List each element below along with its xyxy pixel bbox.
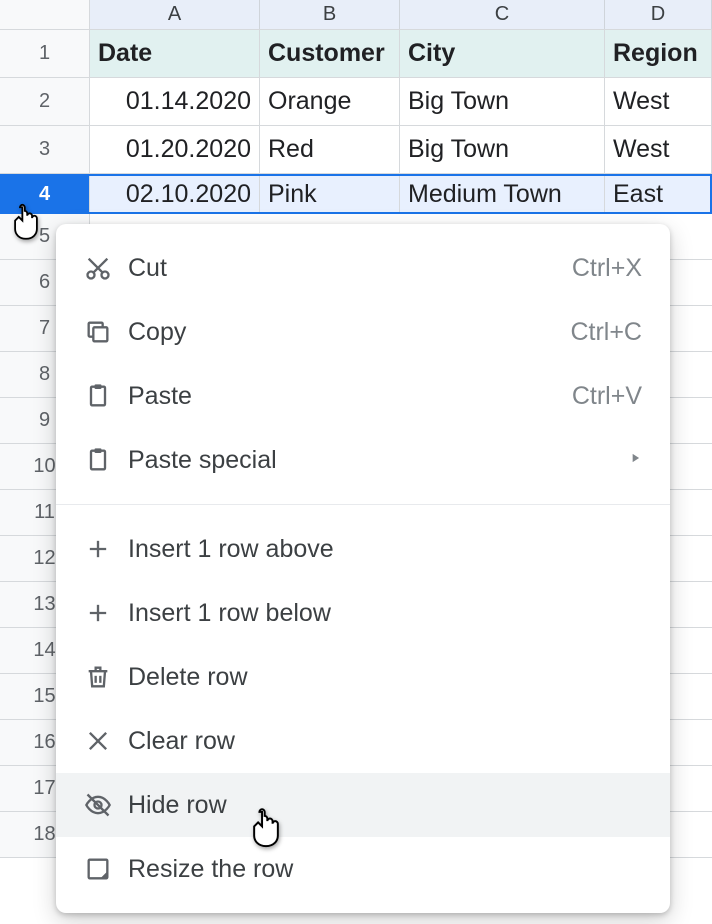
menu-cut-label: Cut bbox=[118, 254, 572, 283]
menu-resize-row-label: Resize the row bbox=[118, 855, 642, 884]
menu-insert-above-label: Insert 1 row above bbox=[118, 535, 642, 564]
paste-icon bbox=[78, 382, 118, 410]
menu-insert-row-above[interactable]: Insert 1 row above bbox=[56, 517, 670, 581]
menu-delete-row[interactable]: Delete row bbox=[56, 645, 670, 709]
menu-hide-row-label: Hide row bbox=[118, 791, 642, 820]
row-header-3[interactable]: 3 bbox=[0, 126, 90, 173]
plus-icon bbox=[78, 599, 118, 627]
row-context-menu: Cut Ctrl+X Copy Ctrl+C Paste Ctrl+V bbox=[56, 224, 670, 913]
menu-hide-row[interactable]: Hide row bbox=[56, 773, 670, 837]
menu-cut[interactable]: Cut Ctrl+X bbox=[56, 236, 670, 300]
menu-insert-row-below[interactable]: Insert 1 row below bbox=[56, 581, 670, 645]
menu-copy-label: Copy bbox=[118, 318, 570, 347]
trash-icon bbox=[78, 663, 118, 691]
menu-separator bbox=[56, 504, 670, 505]
x-icon bbox=[78, 727, 118, 755]
plus-icon bbox=[78, 535, 118, 563]
resize-icon bbox=[78, 855, 118, 883]
menu-paste-special[interactable]: Paste special bbox=[56, 428, 670, 492]
menu-clear-row-label: Clear row bbox=[118, 727, 642, 756]
cell-C1[interactable]: City bbox=[400, 30, 605, 77]
cell-D4[interactable]: East bbox=[605, 176, 712, 212]
menu-paste-label: Paste bbox=[118, 382, 572, 411]
cell-A1[interactable]: Date bbox=[90, 30, 260, 77]
cell-B3[interactable]: Red bbox=[260, 126, 400, 173]
select-all-corner[interactable] bbox=[0, 0, 90, 29]
submenu-arrow-icon bbox=[628, 451, 642, 470]
row-header-2[interactable]: 2 bbox=[0, 78, 90, 125]
cell-C4[interactable]: Medium Town bbox=[400, 176, 605, 212]
column-header-row: A B C D bbox=[0, 0, 712, 30]
cell-B2[interactable]: Orange bbox=[260, 78, 400, 125]
cell-B4[interactable]: Pink bbox=[260, 176, 400, 212]
cell-C3[interactable]: Big Town bbox=[400, 126, 605, 173]
row-4: 4 02.10.2020 Pink Medium Town East bbox=[0, 174, 712, 214]
menu-paste[interactable]: Paste Ctrl+V bbox=[56, 364, 670, 428]
cell-B1[interactable]: Customer bbox=[260, 30, 400, 77]
menu-insert-below-label: Insert 1 row below bbox=[118, 599, 642, 628]
cell-D2[interactable]: West bbox=[605, 78, 712, 125]
row-2: 2 01.14.2020 Orange Big Town West bbox=[0, 78, 712, 126]
menu-copy[interactable]: Copy Ctrl+C bbox=[56, 300, 670, 364]
eye-off-icon bbox=[78, 791, 118, 819]
menu-delete-row-label: Delete row bbox=[118, 663, 642, 692]
column-header-B[interactable]: B bbox=[260, 0, 400, 29]
cut-icon bbox=[78, 254, 118, 282]
column-header-A[interactable]: A bbox=[90, 0, 260, 29]
cell-D1[interactable]: Region bbox=[605, 30, 712, 77]
cell-D3[interactable]: West bbox=[605, 126, 712, 173]
row-1: 1 Date Customer City Region bbox=[0, 30, 712, 78]
column-header-D[interactable]: D bbox=[605, 0, 712, 29]
cell-A2[interactable]: 01.14.2020 bbox=[90, 78, 260, 125]
row-3: 3 01.20.2020 Red Big Town West bbox=[0, 126, 712, 174]
menu-resize-row[interactable]: Resize the row bbox=[56, 837, 670, 901]
cell-A4[interactable]: 02.10.2020 bbox=[90, 176, 260, 212]
menu-paste-shortcut: Ctrl+V bbox=[572, 382, 642, 411]
menu-paste-special-label: Paste special bbox=[118, 446, 628, 475]
menu-cut-shortcut: Ctrl+X bbox=[572, 254, 642, 283]
row-header-4[interactable]: 4 bbox=[0, 176, 90, 212]
cell-A3[interactable]: 01.20.2020 bbox=[90, 126, 260, 173]
menu-copy-shortcut: Ctrl+C bbox=[570, 318, 642, 347]
copy-icon bbox=[78, 318, 118, 346]
menu-clear-row[interactable]: Clear row bbox=[56, 709, 670, 773]
paste-special-icon bbox=[78, 446, 118, 474]
cell-C2[interactable]: Big Town bbox=[400, 78, 605, 125]
row-header-1[interactable]: 1 bbox=[0, 30, 90, 77]
column-header-C[interactable]: C bbox=[400, 0, 605, 29]
